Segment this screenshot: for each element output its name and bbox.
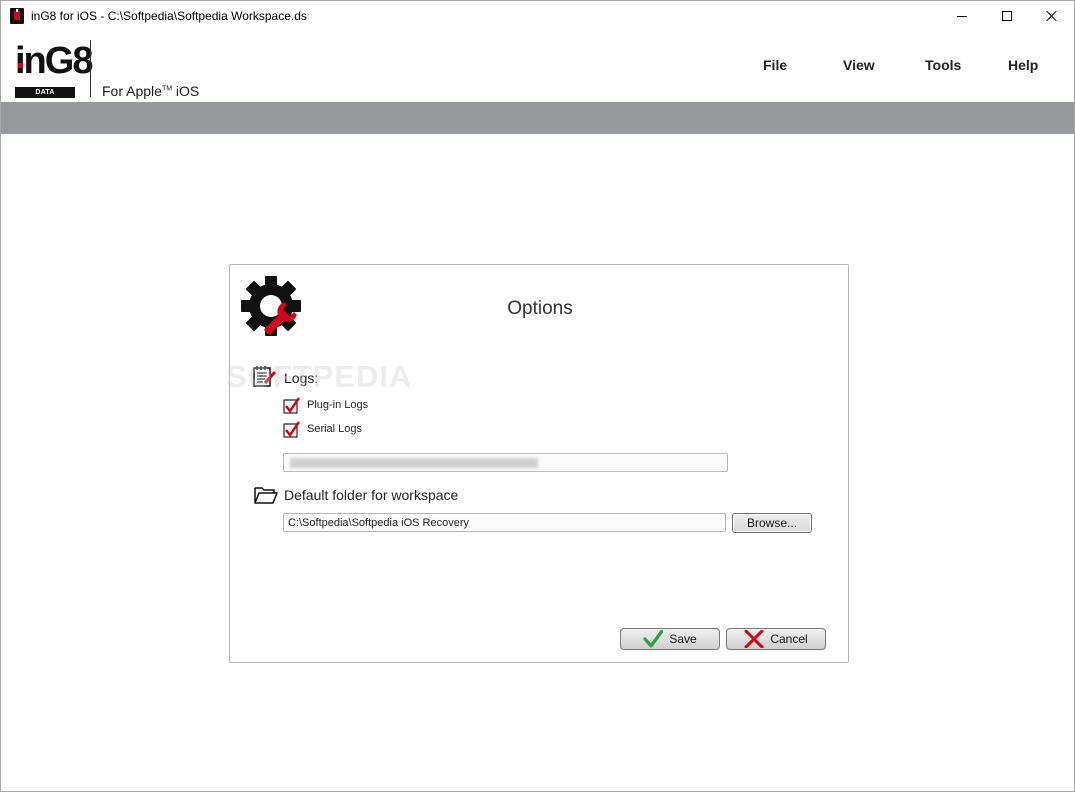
options-panel: Options Logs: Plug-in Logs Serial Logs D… xyxy=(229,264,849,663)
plugin-logs-label: Plug-in Logs xyxy=(307,399,369,411)
options-title: Options xyxy=(507,298,573,319)
tagline-tm: TM xyxy=(161,85,173,93)
tagline: For AppleTM iOS xyxy=(102,83,199,99)
plugin-logs-checkbox[interactable] xyxy=(283,396,300,414)
toolbar-strip xyxy=(1,102,1074,134)
blurred-path-segment xyxy=(290,458,538,468)
plugin-logs-checkbox-row[interactable]: Plug-in Logs xyxy=(283,396,368,414)
default-folder-label: Default folder for workspace xyxy=(284,487,459,503)
logo-divider xyxy=(90,40,91,97)
save-label: Save xyxy=(669,632,697,646)
close-icon xyxy=(1046,10,1058,22)
tagline-suffix: iOS xyxy=(172,83,200,99)
app-icon[interactable] xyxy=(10,8,24,24)
folder-icon xyxy=(254,487,278,504)
serial-logs-checkbox[interactable] xyxy=(283,420,300,438)
ing8-logo: inG8 DATA RECOVERY xyxy=(15,36,93,107)
red-x-icon xyxy=(744,630,764,648)
app-window: inG8 for iOS - C:\Softpedia\Softpedia Wo… xyxy=(0,0,1075,792)
logs-label: Logs: xyxy=(284,370,319,386)
cancel-label: Cancel xyxy=(770,632,808,646)
menu-view[interactable]: View xyxy=(843,57,875,73)
notepad-pencil-icon xyxy=(253,366,277,387)
menu-tools[interactable]: Tools xyxy=(925,57,961,73)
tagline-prefix: For Apple xyxy=(102,83,162,99)
green-check-icon xyxy=(643,630,664,648)
workspace-folder-input[interactable]: C:\Softpedia\Softpedia iOS Recovery xyxy=(283,513,726,532)
menu-help[interactable]: Help xyxy=(1008,57,1038,73)
maximize-icon xyxy=(1002,11,1012,21)
minimize-icon xyxy=(957,15,967,17)
serial-logs-checkbox-row[interactable]: Serial Logs xyxy=(283,420,362,438)
serial-logs-label: Serial Logs xyxy=(307,423,363,435)
menu-file[interactable]: File xyxy=(763,57,787,73)
title-bar: inG8 for iOS - C:\Softpedia\Softpedia Wo… xyxy=(1,1,1074,32)
window-title: inG8 for iOS - C:\Softpedia\Softpedia Wo… xyxy=(31,9,307,23)
browse-button[interactable]: Browse... xyxy=(732,513,812,533)
close-button[interactable] xyxy=(1029,1,1075,31)
minimize-button[interactable] xyxy=(939,1,985,31)
app-header: inG8 DATA RECOVERY For AppleTM iOS File … xyxy=(1,32,1074,107)
logo-text: inG8 xyxy=(15,40,93,82)
cancel-button[interactable]: Cancel xyxy=(726,628,826,650)
save-button[interactable]: Save xyxy=(620,628,720,650)
maximize-button[interactable] xyxy=(984,1,1030,31)
logo-dot xyxy=(18,63,23,68)
logo-subtext: DATA RECOVERY xyxy=(15,87,75,107)
